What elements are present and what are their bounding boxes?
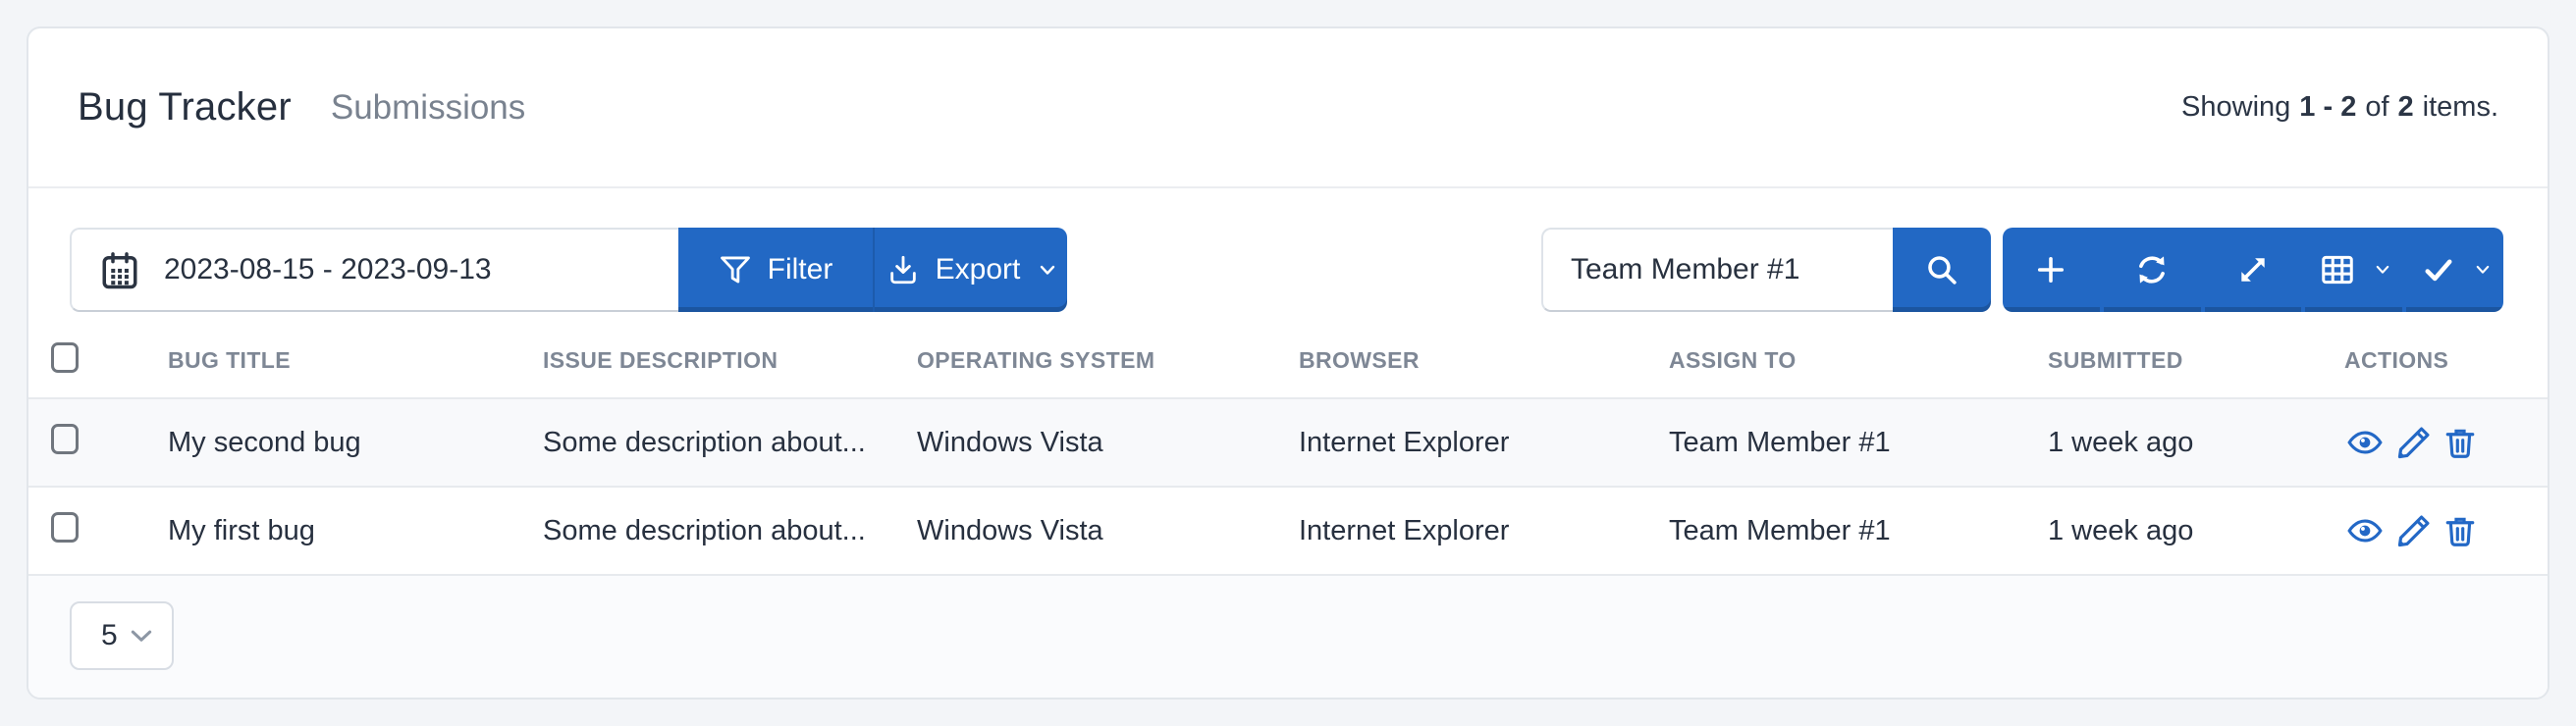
row-checkbox[interactable] [51,511,79,543]
edit-pencil-icon[interactable] [2395,424,2433,461]
filter-button[interactable]: Filter [678,228,873,312]
column-header-actions: ACTIONS [2344,347,2449,373]
chevron-down-icon [2476,265,2490,275]
download-icon [886,253,920,286]
expand-button[interactable] [2205,228,2302,312]
summary-showing: Showing [2181,91,2291,123]
search-button[interactable] [1893,228,1991,312]
page-size-value: 5 [101,619,118,651]
cell-operating-system: Windows Vista [917,514,1103,546]
view-eye-icon[interactable] [2344,512,2386,549]
grid-button-group [2003,228,2503,312]
edit-pencil-icon[interactable] [2395,512,2433,549]
date-range-value[interactable] [164,253,678,286]
summary-range: 1 - 2 [2299,91,2357,123]
table-grid-icon [2319,251,2356,288]
cell-issue-description: Some description about... [543,426,866,458]
column-header-browser[interactable]: BROWSER [1299,324,1669,398]
calendar-icon [99,248,140,291]
cell-bug-title: My second bug [168,426,361,458]
date-range-input[interactable] [70,228,678,312]
cell-issue-description: Some description about... [543,514,866,546]
delete-trash-icon[interactable] [2442,424,2478,461]
chevron-down-icon [131,630,152,643]
page-subtitle: Submissions [330,87,526,127]
page-size-select[interactable]: 5 [70,601,174,670]
add-button[interactable] [2003,228,2100,312]
delete-trash-icon[interactable] [2442,512,2478,549]
summary-items: items. [2422,91,2498,123]
view-eye-icon[interactable] [2344,424,2386,461]
table-row: My first bug Some description about... W… [28,487,2548,575]
bulk-select-button[interactable] [2406,228,2503,312]
cell-browser: Internet Explorer [1299,514,1510,546]
row-actions [2344,488,2548,574]
search-value[interactable] [1571,253,1893,286]
cell-browser: Internet Explorer [1299,426,1510,458]
cell-submitted: 1 week ago [2048,514,2194,546]
plus-icon [2033,252,2068,287]
row-actions [2344,399,2548,486]
search-and-grid-controls [1541,228,2503,312]
refresh-button[interactable] [2104,228,2201,312]
cell-assign-to: Team Member #1 [1669,514,1891,546]
column-header-submitted[interactable]: SUBMITTED [2048,324,2344,398]
column-header-assign-to[interactable]: ASSIGN TO [1669,324,2048,398]
toggle-columns-button[interactable] [2305,228,2402,312]
filter-funnel-icon [719,253,752,286]
column-header-operating-system[interactable]: OPERATING SYSTEM [917,324,1299,398]
select-all-checkbox[interactable] [51,342,79,373]
check-icon [2421,252,2456,287]
cell-assign-to: Team Member #1 [1669,426,1891,458]
submissions-table: BUG TITLE ISSUE DESCRIPTION OPERATING SY… [28,324,2548,576]
filter-button-label: Filter [767,253,833,285]
bug-tracker-card: Bug Tracker Submissions Showing 1 - 2 of… [27,26,2549,700]
column-header-bug-title[interactable]: BUG TITLE [168,324,543,398]
search-icon [1924,252,1959,287]
refresh-icon [2133,251,2171,288]
chevron-down-icon [2376,265,2389,275]
table-header-row: BUG TITLE ISSUE DESCRIPTION OPERATING SY… [28,324,2548,398]
toolbar: Filter Export [70,228,2503,312]
summary-total: 2 [2397,91,2414,123]
column-header-issue-description[interactable]: ISSUE DESCRIPTION [543,324,917,398]
search-input[interactable] [1541,228,1893,312]
table-row: My second bug Some description about... … [28,398,2548,487]
chevron-down-icon [1040,265,1055,276]
items-summary: Showing 1 - 2 of 2 items. [2181,91,2498,124]
card-footer: 5 [28,576,2548,698]
row-checkbox[interactable] [51,423,79,454]
cell-bug-title: My first bug [168,514,315,546]
cell-submitted: 1 week ago [2048,426,2194,458]
cell-operating-system: Windows Vista [917,426,1103,458]
page-title: Bug Tracker [78,85,292,129]
export-button[interactable]: Export [873,228,1067,312]
summary-of: of [2365,91,2389,123]
export-button-label: Export [935,253,1021,285]
expand-icon [2235,252,2271,287]
date-filter-group: Filter Export [70,228,1067,312]
card-header: Bug Tracker Submissions Showing 1 - 2 of… [28,28,2548,188]
